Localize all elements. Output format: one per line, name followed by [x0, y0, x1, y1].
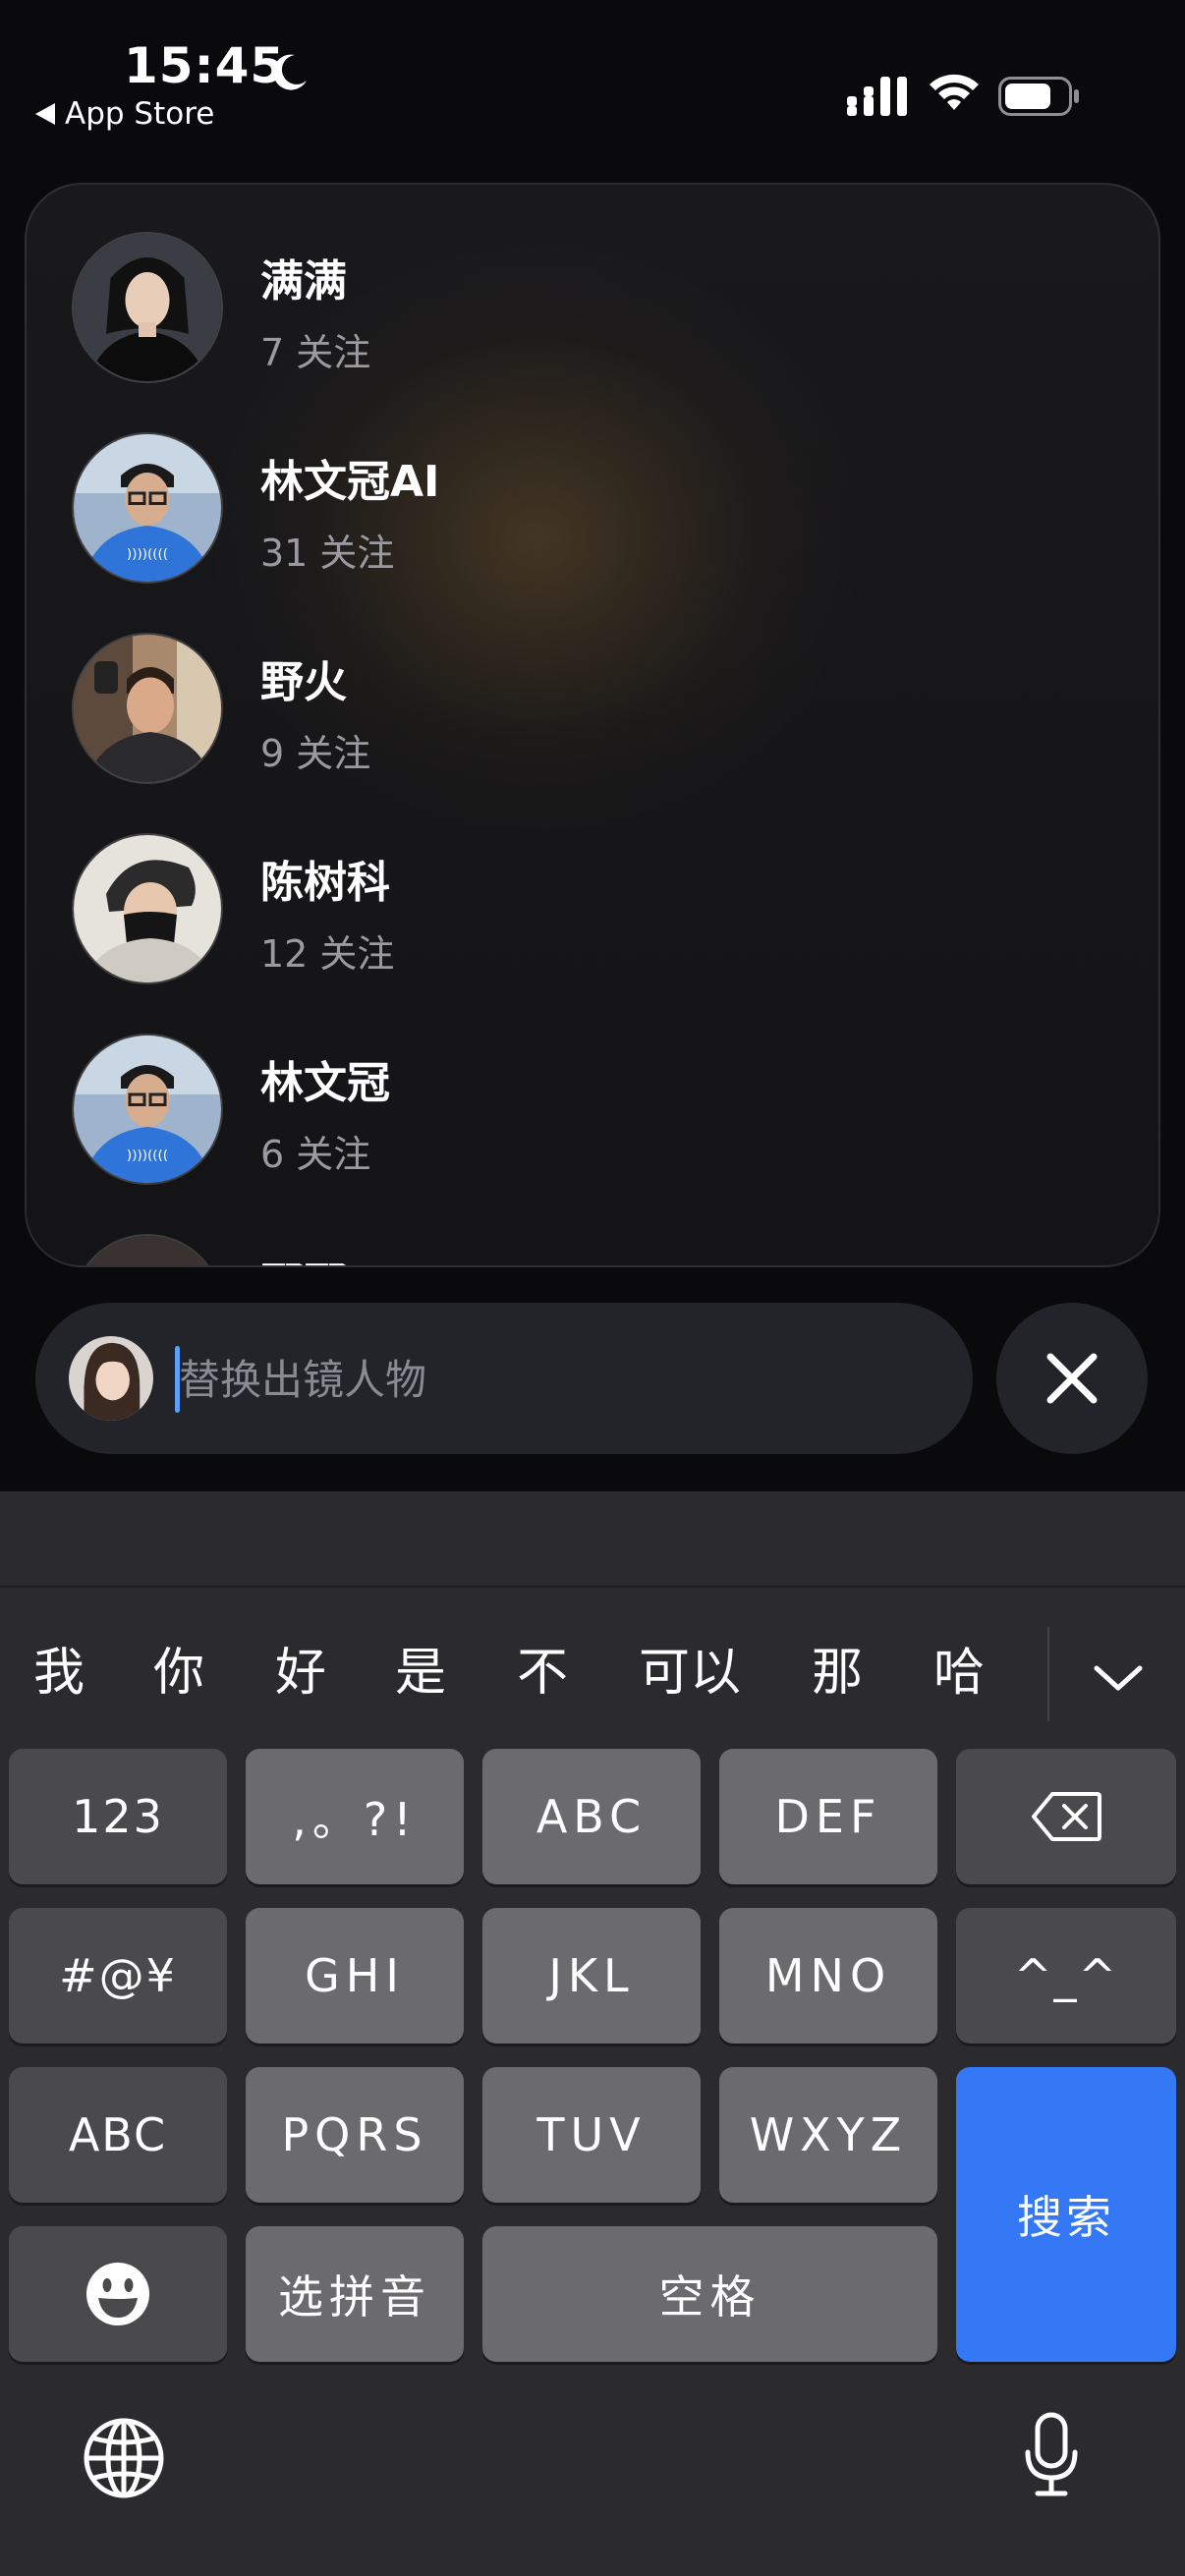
key-switch-abc[interactable]: ABC: [9, 2067, 227, 2203]
key-pqrs[interactable]: PQRS: [246, 2067, 464, 2203]
divider: [1047, 1627, 1049, 1721]
people-results-list[interactable]: 满满 7 关注 ))))(((( 林文冠AI 31 关注 野火 9 关注 陈树科…: [25, 183, 1160, 1267]
person-name: 陈树科: [260, 858, 390, 908]
list-item[interactable]: 邢邢: [27, 1187, 1158, 1265]
person-name: 邢邢: [260, 1248, 347, 1265]
candidate-word[interactable]: 你: [153, 1631, 204, 1705]
key-tuv[interactable]: TUV: [482, 2067, 701, 2203]
person-name: 林文冠: [260, 1058, 390, 1108]
svg-text:))))((((: ))))((((: [127, 1148, 168, 1163]
avatar: [72, 633, 223, 784]
microphone-icon[interactable]: [1022, 2411, 1081, 2499]
candidate-word[interactable]: 可以: [639, 1631, 741, 1705]
person-name: 野火: [260, 657, 347, 707]
page: 15:45 App Store 满满 7 关注))))((((林文冠AI 3…: [0, 0, 1185, 2576]
svg-text:))))((((: ))))((((: [127, 546, 168, 562]
list-item[interactable]: 满满 7 关注: [27, 185, 1158, 385]
battery-icon: [998, 77, 1079, 116]
avatar: [72, 232, 223, 383]
key-def[interactable]: DEF: [719, 1749, 937, 1884]
search-key[interactable]: 搜索: [956, 2067, 1176, 2362]
keyboard: 我 你 好 是 不 可以 那 哈 123 ,。?! ABC DEF #@¥ GH…: [0, 1491, 1185, 2576]
candidate-word[interactable]: 好: [275, 1631, 326, 1705]
candidate-word[interactable]: 那: [812, 1631, 863, 1705]
avatar: ))))((((: [72, 1034, 223, 1185]
person-follow-count: 6 关注: [260, 1133, 371, 1176]
key-symbols[interactable]: #@¥: [9, 1908, 227, 2044]
candidate-word[interactable]: 哈: [933, 1631, 985, 1705]
list-item[interactable]: ))))(((( 林文冠AI 31 关注: [27, 385, 1158, 586]
person-follow-count: 31 关注: [260, 532, 395, 575]
person-follow-count: 12 关注: [260, 932, 395, 976]
keyboard-toolbar: [0, 1491, 1185, 1588]
list-item[interactable]: 陈树科 12 关注: [27, 786, 1158, 986]
avatar: [72, 833, 223, 984]
key-wxyz[interactable]: WXYZ: [719, 2067, 937, 2203]
key-punctuation[interactable]: ,。?!: [246, 1749, 464, 1884]
status-time: 15:45: [124, 37, 286, 94]
key-mno[interactable]: MNO: [719, 1908, 937, 2044]
selected-person-avatar[interactable]: [69, 1336, 153, 1421]
key-abc[interactable]: ABC: [482, 1749, 701, 1884]
close-button[interactable]: [996, 1303, 1148, 1454]
globe-icon[interactable]: [83, 2417, 165, 2499]
emoji-icon: [86, 2263, 149, 2325]
list-item[interactable]: 野火 9 关注: [27, 586, 1158, 786]
key-emoticon[interactable]: ^_^: [956, 1908, 1176, 2044]
back-arrow-icon: [35, 103, 55, 125]
back-app-label: App Store: [65, 96, 215, 132]
backspace-key[interactable]: [956, 1749, 1176, 1884]
space-key[interactable]: 空格: [482, 2226, 937, 2362]
list-item[interactable]: ))))(((( 林文冠 6 关注: [27, 986, 1158, 1187]
collapse-candidates-button[interactable]: [1077, 1637, 1159, 1719]
search-bar[interactable]: [35, 1303, 973, 1454]
candidate-word[interactable]: 不: [517, 1631, 568, 1705]
back-to-app-store[interactable]: App Store: [35, 96, 214, 132]
person-name: 满满: [260, 256, 347, 307]
candidate-word[interactable]: 我: [33, 1631, 85, 1705]
cellular-signal-icon: [847, 77, 907, 116]
emoji-key[interactable]: [9, 2226, 227, 2362]
key-select-pinyin[interactable]: 选拼音: [246, 2226, 464, 2362]
status-bar: 15:45 App Store: [0, 0, 1185, 147]
key-jkl[interactable]: JKL: [482, 1908, 701, 2044]
backspace-icon: [1032, 1792, 1101, 1841]
key-123[interactable]: 123: [9, 1749, 227, 1884]
avatar: ))))((((: [72, 432, 223, 584]
moon-icon: [273, 54, 307, 90]
person-name: 林文冠AI: [260, 457, 440, 507]
chevron-down-icon: [1094, 1665, 1143, 1691]
candidate-word[interactable]: 是: [395, 1631, 446, 1705]
person-follow-count: 9 关注: [260, 732, 371, 775]
wifi-icon: [930, 74, 979, 110]
candidate-bar: 我 你 好 是 不 可以 那 哈: [0, 1588, 1185, 1737]
close-icon: [1046, 1353, 1098, 1404]
key-ghi[interactable]: GHI: [246, 1908, 464, 2044]
search-input[interactable]: [177, 1332, 928, 1427]
person-follow-count: 7 关注: [260, 331, 371, 374]
avatar: [72, 1234, 223, 1265]
